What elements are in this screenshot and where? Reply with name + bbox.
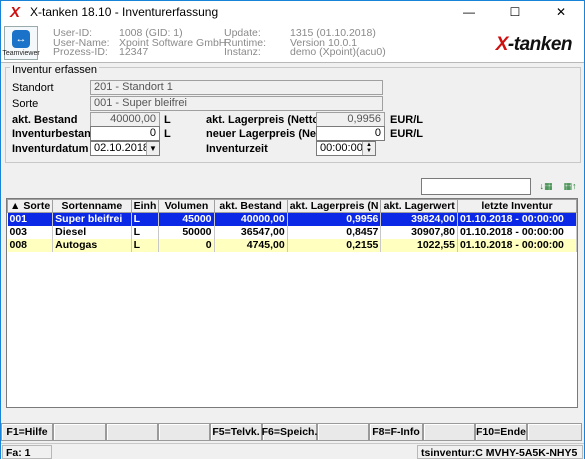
maximize-button[interactable]: ☐: [492, 1, 538, 23]
cell-sorte: 001: [7, 212, 54, 226]
chevron-down-icon[interactable]: ▼: [146, 142, 159, 155]
function-key-bar: F1=Hilfe F5=Telvk. F6=Speich. F8=F-Info …: [1, 423, 584, 441]
teamviewer-button[interactable]: ↔ Teamviewer: [2, 26, 40, 60]
cell-lagerpreis: 0,8457: [287, 225, 382, 239]
fkey-4-button[interactable]: [158, 423, 210, 441]
standort-field: 201 - Standort 1: [90, 80, 383, 95]
minimize-button[interactable]: —: [446, 1, 492, 23]
col-sortenname[interactable]: Sortenname: [52, 199, 132, 213]
cell-name: Autogas: [52, 238, 132, 252]
col-einh[interactable]: Einh: [130, 199, 160, 213]
cell-lagerwert: 39824,00: [380, 212, 458, 226]
akt-bestand-label: akt. Bestand: [12, 114, 78, 126]
close-button[interactable]: ✕: [538, 1, 584, 23]
inventurbestand-label: Inventurbestand: [12, 128, 98, 140]
cell-sorte: 003: [7, 225, 54, 239]
app-window: X X-tanken 18.10 - Inventurerfassung — ☐…: [0, 0, 585, 459]
app-icon: X: [9, 3, 20, 21]
cell-name: Super bleifrei: [52, 212, 132, 226]
title-bar[interactable]: X X-tanken 18.10 - Inventurerfassung — ☐…: [1, 1, 584, 23]
process-id-label: Prozess-ID:: [53, 46, 108, 58]
process-id-value: 12347: [119, 46, 149, 58]
cell-einh: L: [131, 238, 160, 252]
sort-asc-icon: ▲: [10, 200, 21, 212]
sorte-field: 001 - Super bleifrei: [90, 96, 383, 111]
cell-inventur: 01.10.2018 - 00:00:00: [457, 212, 578, 226]
cell-volumen: 45000: [158, 212, 215, 226]
cell-lagerpreis: 0,2155: [287, 238, 382, 252]
table-row[interactable]: 008 Autogas L 0 4745,00 0,2155 1022,55 0…: [7, 238, 578, 252]
f5-telvk-button[interactable]: F5=Telvk.: [210, 423, 262, 441]
f8-finfo-button[interactable]: F8=F-Info: [369, 423, 423, 441]
inventory-table[interactable]: ▲ Sorte Sortenname Einh Volumen akt. Bes…: [6, 198, 578, 408]
akt-lagerpreis-field: 0,9956: [316, 112, 385, 127]
cell-inventur: 01.10.2018 - 00:00:00: [457, 225, 578, 239]
fkey-11-button[interactable]: [527, 423, 582, 441]
table-row[interactable]: 003 Diesel L 50000 36547,00 0,8457 30907…: [7, 225, 578, 239]
fkey-7-button[interactable]: [317, 423, 369, 441]
cell-name: Diesel: [52, 225, 132, 239]
inventurzeit-label: Inventurzeit: [206, 143, 268, 155]
search-down-icon: ↓▦: [539, 181, 553, 191]
xtanken-logo: X-tanken: [495, 34, 573, 55]
cell-inventur: 01.10.2018 - 00:00:00: [457, 238, 578, 252]
search-up-icon: ▦↑: [563, 181, 577, 191]
col-letzte-inventur[interactable]: letzte Inventur: [456, 199, 578, 213]
group-legend: Inventur erfassen: [10, 64, 99, 76]
cell-bestand: 40000,00: [214, 212, 288, 226]
inventurbestand-input[interactable]: 0: [90, 126, 160, 141]
status-program: tsinventur:C MVHY-5A5K-NHY5: [417, 445, 583, 459]
akt-lagerpreis-unit: EUR/L: [390, 114, 423, 126]
status-bar: Fa: 1 tsinventur:C MVHY-5A5K-NHY5: [1, 443, 584, 459]
neuer-lagerpreis-input[interactable]: 0: [316, 126, 385, 141]
search-input[interactable]: [421, 178, 531, 195]
neuer-lagerpreis-unit: EUR/L: [390, 128, 423, 140]
col-sorte[interactable]: ▲ Sorte: [6, 199, 54, 213]
cell-einh: L: [131, 225, 160, 239]
table-header: ▲ Sorte Sortenname Einh Volumen akt. Bes…: [6, 199, 578, 213]
inventurdatum-label: Inventurdatum: [12, 143, 89, 155]
status-company: Fa: 1: [2, 445, 52, 459]
spin-arrows-icon[interactable]: ▲ ▼: [362, 142, 375, 155]
window-title: X-tanken 18.10 - Inventurerfassung: [30, 5, 219, 19]
fkey-9-button[interactable]: [423, 423, 475, 441]
col-akt-bestand[interactable]: akt. Bestand: [213, 199, 288, 213]
akt-bestand-unit: L: [164, 114, 171, 126]
info-bar: ↔ Teamviewer User-ID: User-Name: Prozess…: [1, 23, 584, 63]
inventurdatum-value: 02.10.2018: [94, 142, 150, 154]
cell-volumen: 50000: [158, 225, 215, 239]
cell-sorte: 008: [7, 238, 54, 252]
f10-ende-button[interactable]: F10=Ende: [475, 423, 527, 441]
instance-value: demo (Xpoint)(acu0): [290, 46, 386, 58]
fkey-3-button[interactable]: [106, 423, 158, 441]
teamviewer-label: Teamviewer: [2, 50, 40, 57]
sorte-label: Sorte: [12, 98, 39, 110]
f1-help-button[interactable]: F1=Hilfe: [1, 423, 53, 441]
search-up-button[interactable]: ▦↑: [560, 178, 580, 195]
cell-lagerwert: 30907,80: [380, 225, 458, 239]
neuer-lagerpreis-label: neuer Lagerpreis (Netto): [206, 128, 334, 140]
col-akt-lagerpreis[interactable]: akt. Lagerpreis (N: [286, 199, 382, 213]
cell-lagerwert: 1022,55: [380, 238, 458, 252]
fkey-2-button[interactable]: [53, 423, 106, 441]
inventurzeit-spinner[interactable]: 00:00:00 ▲ ▼: [316, 141, 376, 156]
akt-bestand-field: 40000,00: [90, 112, 160, 127]
cell-volumen: 0: [158, 238, 215, 252]
search-down-button[interactable]: ↓▦: [536, 178, 556, 195]
inventurzeit-value: 00:00:00: [320, 142, 363, 154]
cell-bestand: 36547,00: [214, 225, 288, 239]
col-akt-lagerwert[interactable]: akt. Lagerwert: [380, 199, 458, 213]
instance-label: Instanz:: [224, 46, 261, 58]
inventurbestand-unit: L: [164, 128, 171, 140]
akt-lagerpreis-label: akt. Lagerpreis (Netto): [206, 114, 323, 126]
col-volumen[interactable]: Volumen: [158, 199, 215, 213]
cell-lagerpreis: 0,9956: [287, 212, 382, 226]
cell-bestand: 4745,00: [214, 238, 288, 252]
table-row[interactable]: 001 Super bleifrei L 45000 40000,00 0,99…: [7, 212, 578, 226]
f6-speich-button[interactable]: F6=Speich.: [262, 423, 317, 441]
inventurdatum-picker[interactable]: 02.10.2018 ▼: [90, 141, 160, 156]
cell-einh: L: [131, 212, 160, 226]
teamviewer-icon: ↔: [12, 30, 30, 48]
standort-label: Standort: [12, 82, 54, 94]
